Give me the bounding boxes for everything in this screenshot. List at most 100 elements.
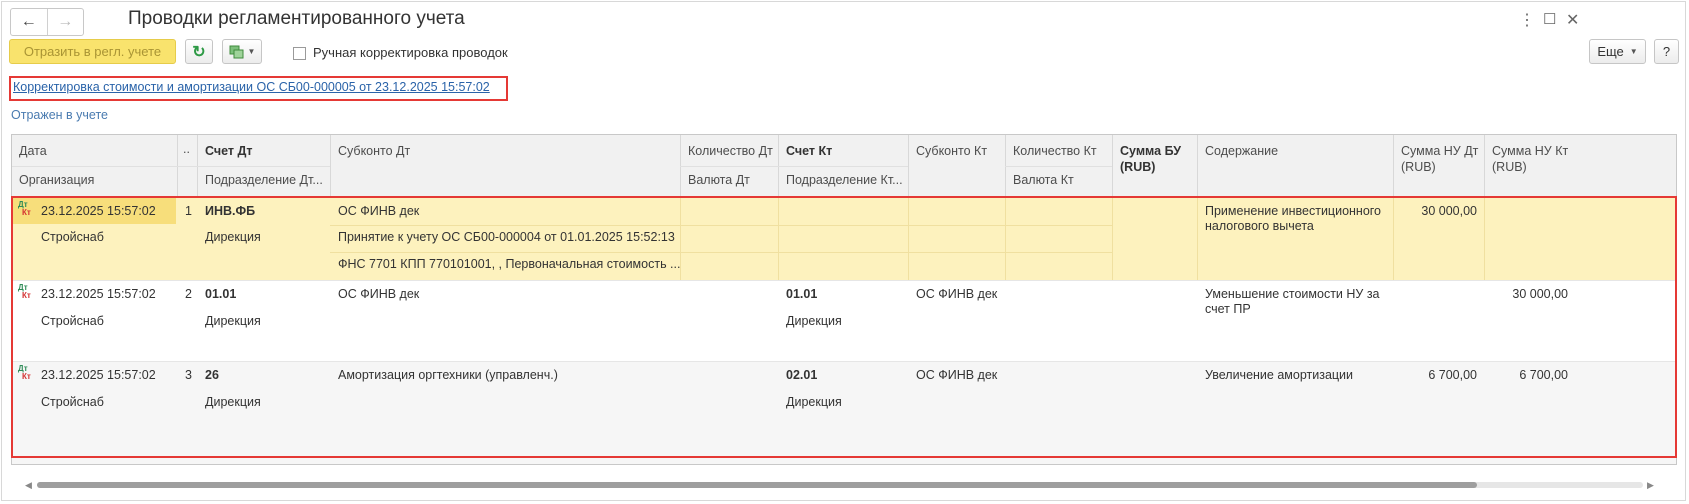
manual-correction-checkbox[interactable] [293,47,306,60]
row-org: Стройснаб [41,395,104,409]
row-content-1: Применение инвестиционного [1205,204,1382,218]
row-dept-kt: Дирекция [786,314,842,328]
col-sub-kt[interactable]: Субконто Кт [916,143,987,159]
col-acc-dt[interactable]: Счет Дт [205,143,253,159]
row-sum-nu-dt: 6 700,00 [1428,368,1477,382]
col-separator [908,135,909,197]
structure-button[interactable]: ▼ [222,39,262,64]
row-sub-kt: ОС ФИНВ дек [916,368,998,382]
post-to-accounting-button[interactable]: Отразить в регл. учете [9,39,176,64]
col-dept-kt[interactable]: Подразделение Кт... [786,172,903,188]
row-sub-dt-2: Принятие к учету ОС СБ00-000004 от 01.01… [338,230,675,244]
row-content-2: счет ПР [1205,302,1251,316]
kt-label: Кт [22,208,31,217]
horizontal-scrollbar[interactable]: ◀ ▶ [23,480,1657,490]
table-row[interactable]: Дт Кт 23.12.2025 15:57:02 Стройснаб 2 01… [12,280,1676,362]
row-acc-dt: 01.01 [205,287,237,301]
postings-table: Дата Организация .. Счет Дт Подразделени… [11,134,1677,465]
header-divider [12,166,197,167]
more-chevron-icon: ▼ [1629,47,1638,56]
col-sum-bu-currency: (RUB) [1120,160,1156,174]
row-sub-dt-1: ОС ФИНВ дек [338,287,420,301]
row-divider [330,252,1113,253]
refresh-icon: ↻ [192,43,206,61]
col-separator [330,135,331,197]
col-acc-kt[interactable]: Счет Кт [786,143,832,159]
row-acc-dt: ИНВ.ФБ [205,204,256,218]
window-title: Проводки регламентированного учета [128,8,465,29]
row-dept-dt: Дирекция [205,230,261,244]
col-separator [1005,198,1006,280]
row-date: 23.12.2025 15:57:02 [41,287,156,301]
help-label: ? [1662,44,1671,59]
more-button[interactable]: Еще ▼ [1589,39,1646,64]
row-dept-dt: Дирекция [205,314,261,328]
row-content-1: Уменьшение стоимости НУ за [1205,287,1380,301]
row-sub-dt-3: ФНС 7701 КПП 770101001, , Первоначальная… [338,257,681,271]
col-sub-dt[interactable]: Субконто Дт [338,143,410,159]
row-num: 2 [185,287,192,301]
row-dept-kt: Дирекция [786,395,842,409]
row-num: 3 [185,368,192,382]
row-sub-dt-1: ОС ФИНВ дек [338,204,420,218]
dt-kt-icon: Дт Кт [18,365,31,381]
row-content-2: налогового вычета [1205,219,1314,233]
col-separator [1112,198,1113,280]
col-sum-nu-dt[interactable]: Сумма НУ Дт [1401,143,1478,159]
row-divider [330,225,1113,226]
col-dept-dt[interactable]: Подразделение Дт... [205,172,323,188]
row-org: Стройснаб [41,314,104,328]
close-icon[interactable]: ✕ [1566,10,1579,30]
row-sub-dt-1: Амортизация оргтехники (управленч.) [338,368,558,382]
col-num[interactable]: .. [183,141,190,157]
more-vertical-icon[interactable]: ⋮ [1519,10,1535,30]
scroll-right-icon[interactable]: ▶ [1647,480,1654,491]
chevron-down-icon: ▼ [247,47,256,56]
history-nav: ← → [10,8,84,36]
row-acc-kt: 01.01 [786,287,818,301]
more-label: Еще [1597,44,1624,59]
col-content[interactable]: Содержание [1205,143,1278,159]
col-sum-bu[interactable]: Сумма БУ [1120,143,1181,159]
col-sum-nu-kt-currency: (RUB) [1492,160,1527,174]
row-sum-nu-dt: 30 000,00 [1421,204,1477,218]
col-cur-kt[interactable]: Валюта Кт [1013,172,1074,188]
posting-status: Отражен в учете [11,108,108,122]
col-separator [1112,135,1113,197]
col-separator [1484,198,1485,280]
scroll-thumb[interactable] [37,482,1477,488]
row-acc-kt: 02.01 [786,368,818,382]
col-qty-dt[interactable]: Количество Дт [688,143,773,159]
table-row[interactable]: Дт Кт 23.12.2025 15:57:02 Стройснаб 1 ИН… [12,198,1676,280]
col-qty-kt[interactable]: Количество Кт [1013,143,1097,159]
row-sub-kt: ОС ФИНВ дек [916,287,998,301]
document-link[interactable]: Корректировка стоимости и амортизации ОС… [13,80,490,94]
manual-correction-label: Ручная корректировка проводок [313,45,508,60]
col-sum-nu-kt[interactable]: Сумма НУ Кт [1492,143,1568,159]
col-org[interactable]: Организация [19,172,94,188]
row-org: Стройснаб [41,230,104,244]
row-date: 23.12.2025 15:57:02 [41,368,156,382]
header-divider [680,166,908,167]
col-sum-nu-dt-currency: (RUB) [1401,160,1436,174]
refresh-button[interactable]: ↻ [185,39,213,64]
back-arrow-icon[interactable]: ← [11,9,48,35]
row-date: 23.12.2025 15:57:02 [41,204,156,218]
forward-arrow-icon[interactable]: → [48,9,84,35]
row-acc-dt: 26 [205,368,219,382]
col-separator [1197,198,1198,280]
header-divider [197,166,330,167]
row-num: 1 [185,204,192,218]
row-sum-nu-kt: 6 700,00 [1519,368,1568,382]
row-content-1: Увеличение амортизации [1205,368,1354,382]
maximize-icon[interactable]: ☐ [1543,10,1556,28]
scroll-left-icon[interactable]: ◀ [25,480,32,491]
help-button[interactable]: ? [1654,39,1679,64]
col-separator [1197,135,1198,197]
table-row[interactable]: Дт Кт 23.12.2025 15:57:02 Стройснаб 3 26… [12,361,1676,464]
col-date[interactable]: Дата [19,143,47,159]
kt-label: Кт [22,291,31,300]
col-separator [778,198,779,280]
col-cur-dt[interactable]: Валюта Дт [688,172,750,188]
document-structure-icon [229,45,244,58]
